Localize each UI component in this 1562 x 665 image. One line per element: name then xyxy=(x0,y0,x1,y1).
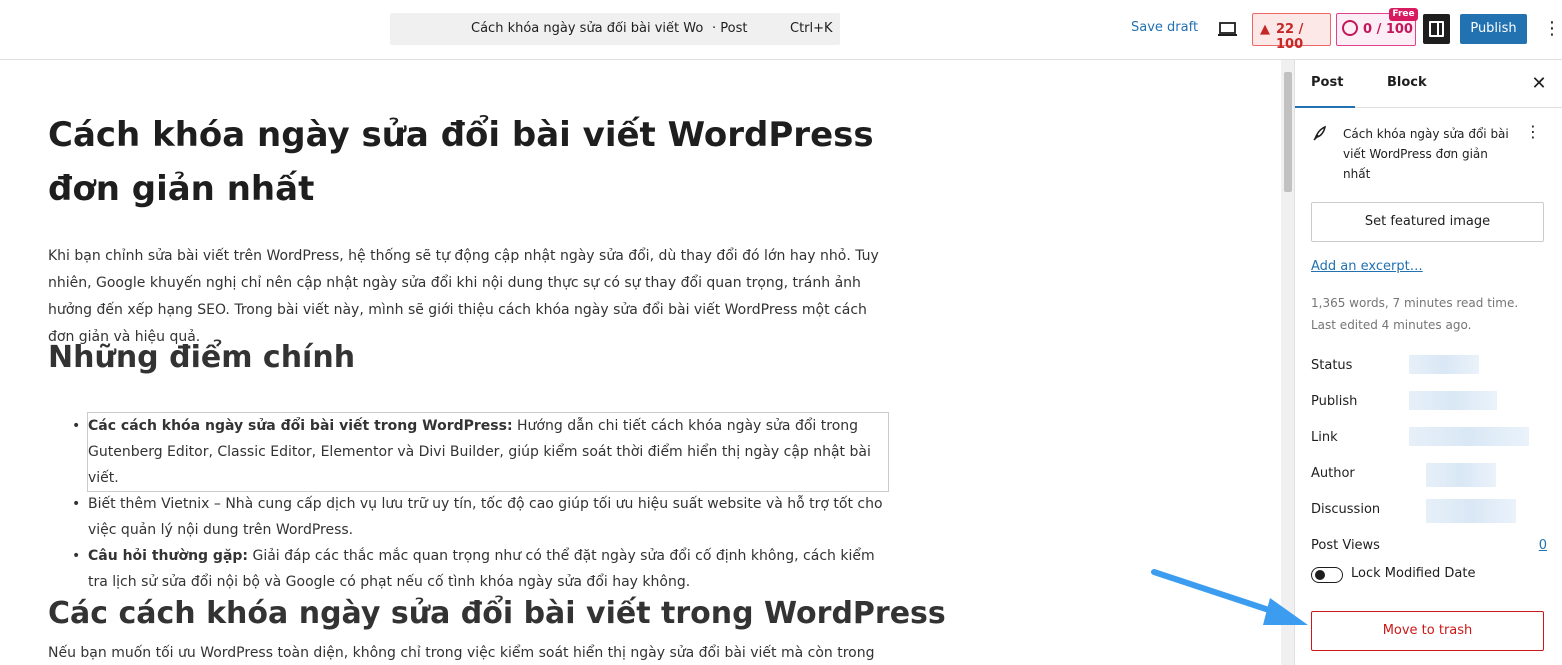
meta-label: Publish xyxy=(1311,394,1358,409)
meta-label: Status xyxy=(1311,358,1353,373)
methods-paragraph[interactable]: Nếu bạn muốn tối ưu WordPress toàn diện,… xyxy=(48,640,893,665)
meta-value-blurred[interactable] xyxy=(1426,499,1516,523)
editor-top-bar: Cách khóa ngày sửa đổi bài viết Word… · … xyxy=(0,0,1562,60)
meta-discussion[interactable]: Discussion xyxy=(1311,499,1551,523)
annotation-arrow-icon xyxy=(1151,569,1308,625)
save-draft-button[interactable]: Save draft xyxy=(1131,20,1198,35)
heading-key-points[interactable]: Những điểm chính xyxy=(48,340,355,375)
set-featured-image-button[interactable]: Set featured image xyxy=(1311,202,1544,242)
editor-canvas[interactable]: Cách khóa ngày sửa đổi bài viết WordPres… xyxy=(0,60,1280,665)
close-icon: ✕ xyxy=(1531,73,1547,94)
command-post-title: Cách khóa ngày sửa đổi bài viết Word… xyxy=(471,21,703,36)
meta-label: Link xyxy=(1311,430,1338,445)
post-views-row: Post Views 0 xyxy=(1311,538,1547,553)
post-views-label: Post Views xyxy=(1311,538,1380,553)
sidebar-tabs: Post Block ✕ xyxy=(1295,60,1562,108)
command-shortcut: Ctrl+K xyxy=(790,21,833,36)
meta-label: Discussion xyxy=(1311,502,1381,517)
meta-value-blurred[interactable] xyxy=(1409,391,1497,410)
seo-score-button[interactable]: ▲ 22 / 100 xyxy=(1252,13,1331,52)
lock-modified-date-label: Lock Modified Date xyxy=(1351,566,1476,581)
list-item-bold: Các cách khóa ngày sửa đổi bài viết tron… xyxy=(88,418,513,434)
device-preview-icon xyxy=(1218,22,1237,36)
more-vertical-icon: ⋮ xyxy=(1525,122,1541,141)
settings-toggle-button[interactable] xyxy=(1423,14,1450,44)
move-to-trash-button[interactable]: Move to trash xyxy=(1311,611,1544,651)
key-points-list[interactable]: Các cách khóa ngày sửa đổi bài viết tron… xyxy=(72,412,889,595)
meta-link[interactable]: Link xyxy=(1311,427,1551,446)
meta-status[interactable]: Status xyxy=(1311,355,1551,374)
last-edited: Last edited 4 minutes ago. xyxy=(1311,318,1472,332)
list-item-text: Biết thêm Vietnix – Nhà cung cấp dịch vụ… xyxy=(88,496,883,538)
add-excerpt-link[interactable]: Add an excerpt… xyxy=(1311,259,1423,274)
heading-methods[interactable]: Các cách khóa ngày sửa đổi bài viết tron… xyxy=(48,596,946,631)
publish-button[interactable]: Publish xyxy=(1460,14,1527,44)
more-options-button[interactable]: ⋮ xyxy=(1543,16,1561,44)
command-palette-button[interactable]: Cách khóa ngày sửa đổi bài viết Word… · … xyxy=(390,13,840,45)
scrollbar-thumb[interactable] xyxy=(1284,72,1292,192)
toggle-knob xyxy=(1315,570,1325,580)
ai-score: 0 / 100 xyxy=(1363,22,1413,37)
close-sidebar-button[interactable]: ✕ xyxy=(1527,72,1551,96)
post-card-title: Cách khóa ngày sửa đổi bài viết WordPres… xyxy=(1343,127,1509,181)
seo-icon: ▲ xyxy=(1260,22,1270,37)
list-item[interactable]: Câu hỏi thường gặp: Giải đáp các thắc mắ… xyxy=(72,543,888,595)
intro-paragraph[interactable]: Khi bạn chỉnh sửa bài viết trên WordPres… xyxy=(48,243,893,351)
meta-author[interactable]: Author xyxy=(1311,463,1551,487)
settings-icon xyxy=(1429,21,1444,37)
ai-icon xyxy=(1342,20,1358,36)
command-post-type: · Post xyxy=(712,21,748,36)
meta-value-blurred[interactable] xyxy=(1409,427,1529,446)
post-stats: 1,365 words, 7 minutes read time. Last e… xyxy=(1311,292,1551,336)
tab-post[interactable]: Post xyxy=(1295,60,1355,108)
device-preview-button[interactable] xyxy=(1212,16,1244,44)
meta-publish[interactable]: Publish xyxy=(1311,391,1551,410)
lock-modified-date-toggle[interactable] xyxy=(1311,567,1343,583)
meta-value-blurred[interactable] xyxy=(1426,463,1496,487)
list-item[interactable]: Các cách khóa ngày sửa đổi bài viết tron… xyxy=(72,412,889,492)
seo-score: 22 / 100 xyxy=(1276,22,1304,52)
free-badge: Free xyxy=(1389,8,1418,21)
meta-label: Author xyxy=(1311,466,1355,481)
post-feather-icon xyxy=(1311,124,1331,144)
post-views-count[interactable]: 0 xyxy=(1539,538,1547,553)
post-title[interactable]: Cách khóa ngày sửa đổi bài viết WordPres… xyxy=(48,108,888,216)
tab-block[interactable]: Block xyxy=(1371,60,1443,108)
settings-sidebar: Post Block ✕ Cách khóa ngày sửa đổi bài … xyxy=(1294,60,1562,665)
word-count: 1,365 words, 7 minutes read time. xyxy=(1311,296,1519,310)
meta-value-blurred[interactable] xyxy=(1409,355,1479,374)
list-item[interactable]: Biết thêm Vietnix – Nhà cung cấp dịch vụ… xyxy=(72,491,888,543)
list-item-bold: Câu hỏi thường gặp: xyxy=(88,548,249,564)
more-vertical-icon: ⋮ xyxy=(1543,18,1561,39)
post-actions-button[interactable]: ⋮ xyxy=(1523,122,1543,146)
